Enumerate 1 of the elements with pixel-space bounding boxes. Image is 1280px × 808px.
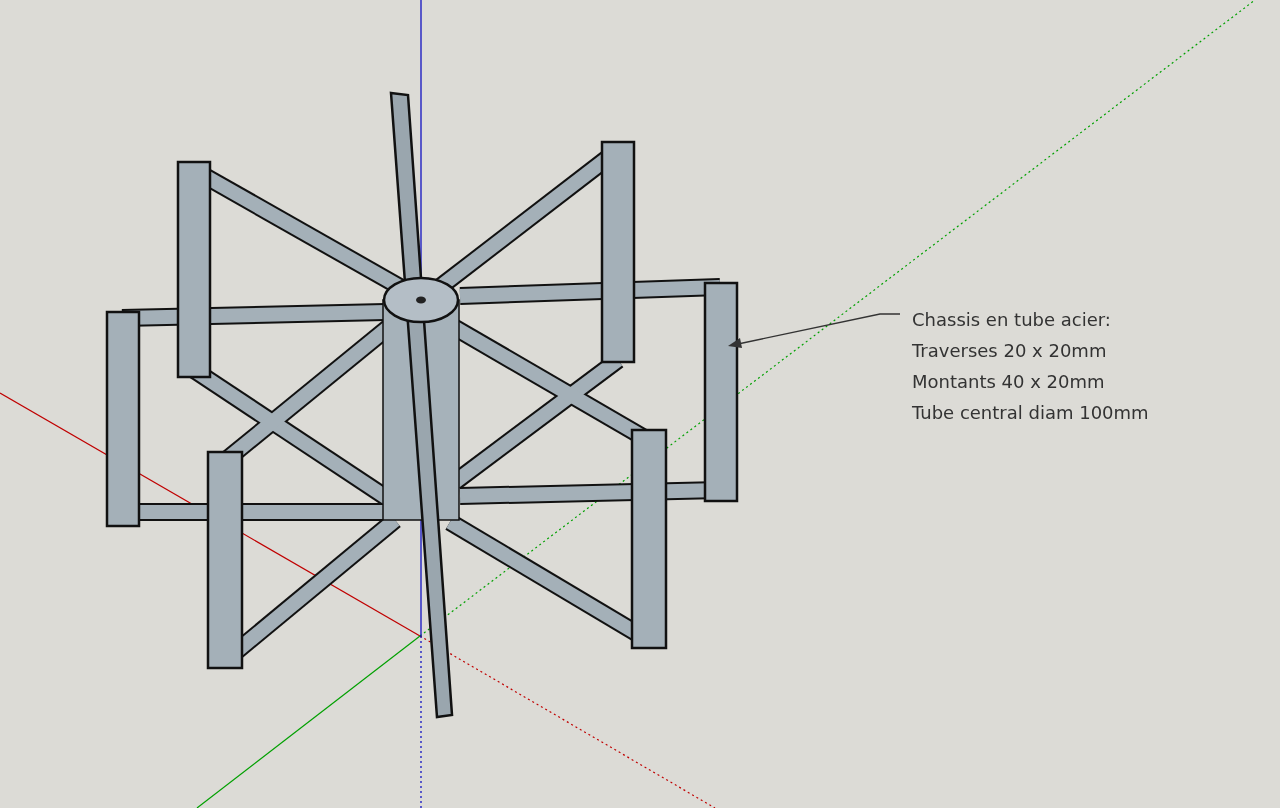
annotation-text: Chassis en tube acier: Traverses 20 x 20mm Montants 40 x 20mm Tube central diam 100mm [912, 309, 1149, 423]
